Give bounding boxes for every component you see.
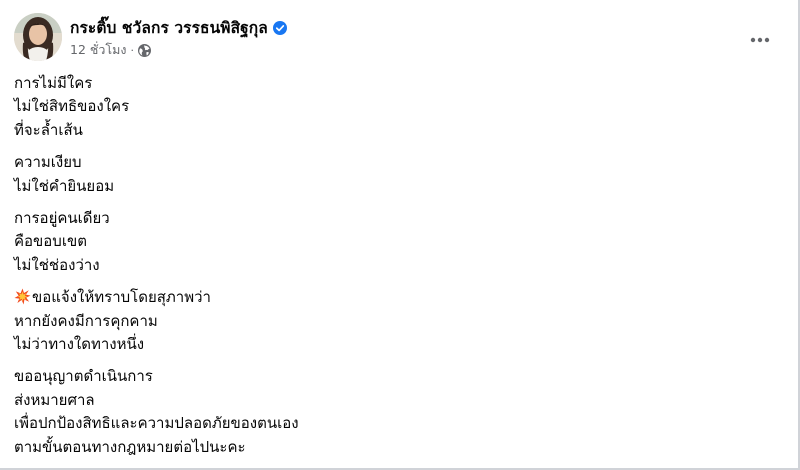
text-line: ไม่ใช่คำยินยอม: [14, 176, 115, 195]
text-line: ความเงียบ: [14, 153, 82, 172]
text-line: ส่งหมายศาล: [14, 390, 95, 409]
paragraph-1: การไม่มีใคร ไม่ใช่สิทธิของใคร ที่จะล้ำเส…: [14, 72, 774, 142]
more-options-button[interactable]: [744, 23, 776, 51]
post-header: กระติ๊บ ชวัลกร วรรธนพิสิฐกุล 12 ชั่วโมง …: [14, 13, 784, 63]
post-meta: 12 ชั่วโมง ·: [70, 41, 151, 59]
text-line: ไม่ใช่ช่องว่าง: [14, 255, 100, 274]
paragraph-2: ความเงียบ ไม่ใช่คำยินยอม: [14, 151, 774, 198]
globe-icon[interactable]: [137, 43, 151, 57]
paragraph-4: ขอแจ้งให้ทราบโดยสุภาพว่า หากยังคงมีการคุ…: [14, 286, 774, 356]
meta-separator: ·: [130, 43, 134, 57]
post-card: กระติ๊บ ชวัลกร วรรธนพิสิฐกุล 12 ชั่วโมง …: [0, 0, 800, 470]
author-line: กระติ๊บ ชวัลกร วรรธนพิสิฐกุล: [70, 16, 287, 38]
text-line-content: ขอแจ้งให้ทราบโดยสุภาพว่า: [32, 288, 211, 307]
text-line: ที่จะล้ำเส้น: [14, 120, 83, 139]
text-line: ไม่ใช่สิทธิของใคร: [14, 97, 130, 116]
verified-badge-icon: [272, 20, 287, 35]
text-line: การไม่มีใคร: [14, 74, 93, 92]
post-text: การไม่มีใคร ไม่ใช่สิทธิของใคร ที่จะล้ำเส…: [14, 72, 774, 468]
avatar-photo: [14, 13, 62, 61]
text-line: ตามขั้นตอนทางกฎหมายต่อไปนะคะ: [14, 437, 246, 456]
collision-emoji-icon: [14, 288, 31, 305]
author-name[interactable]: กระติ๊บ ชวัลกร วรรธนพิสิฐกุล: [70, 15, 268, 40]
post-timestamp[interactable]: 12 ชั่วโมง: [70, 40, 126, 60]
text-line-with-emoji: ขอแจ้งให้ทราบโดยสุภาพว่า: [14, 286, 774, 309]
text-line: เพื่อปกป้องสิทธิและความปลอดภัยของตนเอง: [14, 414, 299, 433]
more-horizontal-icon: [750, 28, 770, 47]
paragraph-5: ขออนุญาตดำเนินการ ส่งหมายศาล เพื่อปกป้อง…: [14, 365, 774, 459]
text-line: การอยู่คนเดียว: [14, 209, 110, 228]
text-line: หากยังคงมีการคุกคาม: [14, 311, 158, 330]
text-line: คือขอบเขต: [14, 232, 87, 251]
paragraph-3: การอยู่คนเดียว คือขอบเขต ไม่ใช่ช่องว่าง: [14, 207, 774, 277]
text-line: ขออนุญาตดำเนินการ: [14, 367, 153, 386]
text-line: ไม่ว่าทางใดทางหนึ่ง: [14, 335, 145, 354]
avatar[interactable]: [14, 13, 62, 61]
